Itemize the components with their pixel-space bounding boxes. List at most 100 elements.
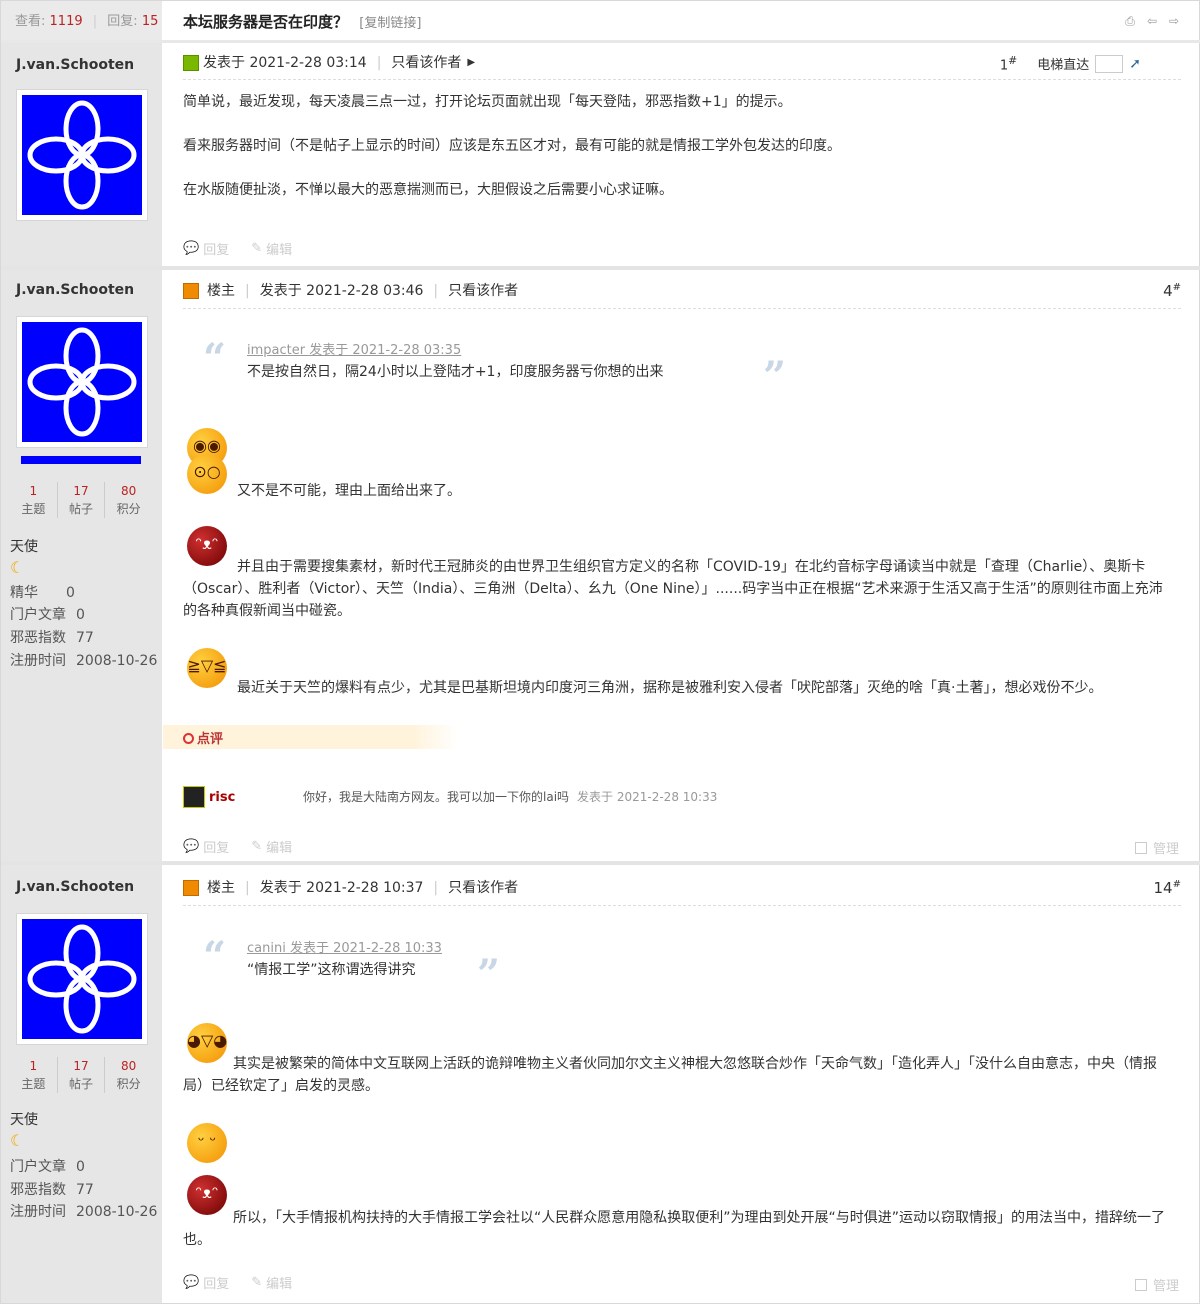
floor-number: 4# [1163,282,1181,300]
quote-text: “情报工学”这称谓选得讲究 [247,962,416,978]
only-author-link[interactable]: 只看该作者 [391,51,461,75]
thread-stats: 查看: 1119 | 回复: 15 [1,1,162,40]
stats-separator: | [92,14,98,29]
info-row: 注册时间 2008-10-26 [10,653,158,669]
edit-button[interactable]: ✎ 编辑 [251,837,292,856]
copy-link[interactable]: [复制链接] [359,16,421,31]
only-author-link[interactable]: 只看该作者 [448,279,518,303]
stat-posts[interactable]: 17 帖子 [58,1057,106,1093]
post-actions: 💬 回复 ✎ 编辑 [183,1273,292,1292]
edit-button[interactable]: ✎ 编辑 [251,239,292,258]
manage-checkbox[interactable] [1134,1278,1147,1291]
info-row: 注册时间 2008-10-26 [10,1204,158,1220]
post-paragraph: 其实是被繁荣的简体中文互联网上活跃的诡辩唯物主义者伙同加尔文主义神棍大忽悠联合炒… [183,1056,1157,1094]
info-row: 精华 0 [10,585,75,601]
comments-label: 点评 [197,732,224,747]
dropdown-arrow-icon[interactable]: ▶ [467,51,475,75]
stat-threads[interactable]: 1 主题 [10,482,58,518]
post-content: 楼主 | 发表于 2021-2-28 03:46 | 只看该作者 4# “ im… [163,270,1200,861]
pencil-icon: ✎ [251,839,263,854]
stat-threads[interactable]: 1 主题 [10,1057,58,1093]
floor-jump-input[interactable] [1095,54,1124,73]
author-sidebar: J.van.Schooten 1 主题 17 帖子 80 积分 天使 ☾ 门户文… [1,865,162,1303]
thread-title-wrap: 本坛服务器是否在印度？ [复制链接] [183,1,421,45]
post-actions: 💬 回复 ✎ 编辑 [183,239,292,258]
avatar-flower-icon [27,327,137,437]
replies-label: 回复: [107,14,138,29]
manage-link[interactable]: 管理 [1153,1275,1179,1294]
blushing-smiley-icon: ᵕ ᵕ [187,1123,227,1163]
avatar[interactable] [16,89,148,221]
reply-icon: 💬 [183,241,200,256]
manage-control: 管理 [1134,1275,1179,1294]
avatar-flower-icon [27,100,137,210]
thread-frame: 查看: 1119 | 回复: 15 本坛服务器是否在印度？ [复制链接] ⎙ ⇦… [0,0,1200,1304]
avatar[interactable] [16,913,148,1045]
post-paragraph: 最近关于天竺的爆料有点少，尤其是巴基斯坦境内印度河三角洲，据称是被雅利安入侵者「… [237,680,1103,696]
stat-points[interactable]: 80 积分 [105,482,152,518]
thread-starter-icon [183,880,199,896]
user-rank: 天使 [10,1112,38,1128]
edit-button[interactable]: ✎ 编辑 [251,1273,292,1292]
post-date: 发表于 2021-2-28 03:14 [203,55,367,71]
author-name[interactable]: J.van.Schooten [16,879,134,895]
manage-control: 管理 [1134,838,1179,857]
pencil-icon: ✎ [251,1275,263,1290]
author-name[interactable]: J.van.Schooten [16,282,134,298]
reply-icon: 💬 [183,1275,200,1290]
op-badge: 楼主 [207,283,235,299]
stat-points[interactable]: 80 积分 [105,1057,152,1093]
post-paragraph: 并且由于需要搜集素材，新时代王冠肺炎的由世界卫生组织官方定义的名称「COVID-… [183,559,1163,619]
post-content: 发表于 2021-2-28 03:14 | 只看该作者 ▶ 1# 电梯直达 ➚ … [163,43,1200,266]
reply-button[interactable]: 💬 回复 [183,239,229,258]
close-quote-icon: ” [477,951,501,998]
thread-starter-icon [183,283,199,299]
author-sidebar: J.van.Schooten 1 主题 17 帖子 80 积分 天使 ☾ 精华 … [1,270,162,861]
post-meta: 发表于 2021-2-28 03:14 | 只看该作者 ▶ [183,51,475,75]
reply-button[interactable]: 💬 回复 [183,1273,229,1292]
manage-checkbox[interactable] [1134,841,1147,854]
author-name[interactable]: J.van.Schooten [16,57,134,73]
quote-text: 不是按自然日，隔24小时以上登陆才+1，印度服务器亏你想的出来 [247,364,664,380]
stat-posts[interactable]: 17 帖子 [58,482,106,518]
views-label: 查看: [15,14,46,29]
user-rank: 天使 [10,539,38,555]
views-count: 1119 [49,14,83,29]
post-3: J.van.Schooten 1 主题 17 帖子 80 积分 天使 ☾ 门户文… [1,865,1200,1303]
pencil-icon: ✎ [251,241,263,256]
online-status-icon [183,55,199,71]
go-icon[interactable]: ➚ [1129,56,1141,72]
post-2: J.van.Schooten 1 主题 17 帖子 80 积分 天使 ☾ 精华 … [1,270,1200,861]
info-row: 邪恶指数 77 [10,1182,94,1198]
info-row: 邪恶指数 77 [10,630,94,646]
comment-time: 发表于 2021-2-28 10:33 [577,790,718,804]
reply-button[interactable]: 💬 回复 [183,837,229,856]
close-quote-icon: ” [763,353,787,400]
quote-source[interactable]: canini 发表于 2021-2-28 10:33 [247,937,442,956]
open-quote-icon: “ [203,335,227,382]
thread-title: 本坛服务器是否在印度？ [183,13,349,31]
manage-link[interactable]: 管理 [1153,838,1179,857]
op-badge: 楼主 [207,880,235,896]
post-paragraph: 在水版随便扯淡，不惮以最大的恶意揣测而已，大胆假设之后需要小心求证嘛。 [183,182,673,198]
comments-header: 点评 [163,725,458,749]
post-paragraph: 所以，「大手情报机构扶持的大手情报工学会社以“人民群众愿意用隐私换取便利”为理由… [183,1210,1166,1248]
commenter-avatar[interactable] [183,786,205,808]
avatar[interactable] [16,316,148,448]
quote-source[interactable]: impacter 发表于 2021-2-28 03:35 [247,339,461,358]
prev-thread-icon[interactable]: ⇦ [1145,14,1159,28]
replies-count: 15 [141,14,159,29]
only-author-link[interactable]: 只看该作者 [448,876,518,900]
comment-circle-icon [183,733,194,744]
next-thread-icon[interactable]: ⇨ [1167,14,1181,28]
author-stats: 1 主题 17 帖子 80 积分 [10,482,152,518]
open-quote-icon: “ [203,933,227,980]
post-actions: 💬 回复 ✎ 编辑 [183,837,292,856]
post-date: 发表于 2021-2-28 10:37 [259,880,424,896]
moon-icon: ☾ [10,1131,25,1150]
comment-text: 你好，我是大陆南方网友。我可以加一下你的lai吗 [303,790,570,804]
post-1: J.van.Schooten 发表于 2021-2-28 03:14 | 只看该… [1,43,1200,266]
elevator-label: 电梯直达 [1037,58,1090,74]
print-icon[interactable]: ⎙ [1123,14,1137,28]
commenter-name[interactable]: risc [209,790,235,805]
